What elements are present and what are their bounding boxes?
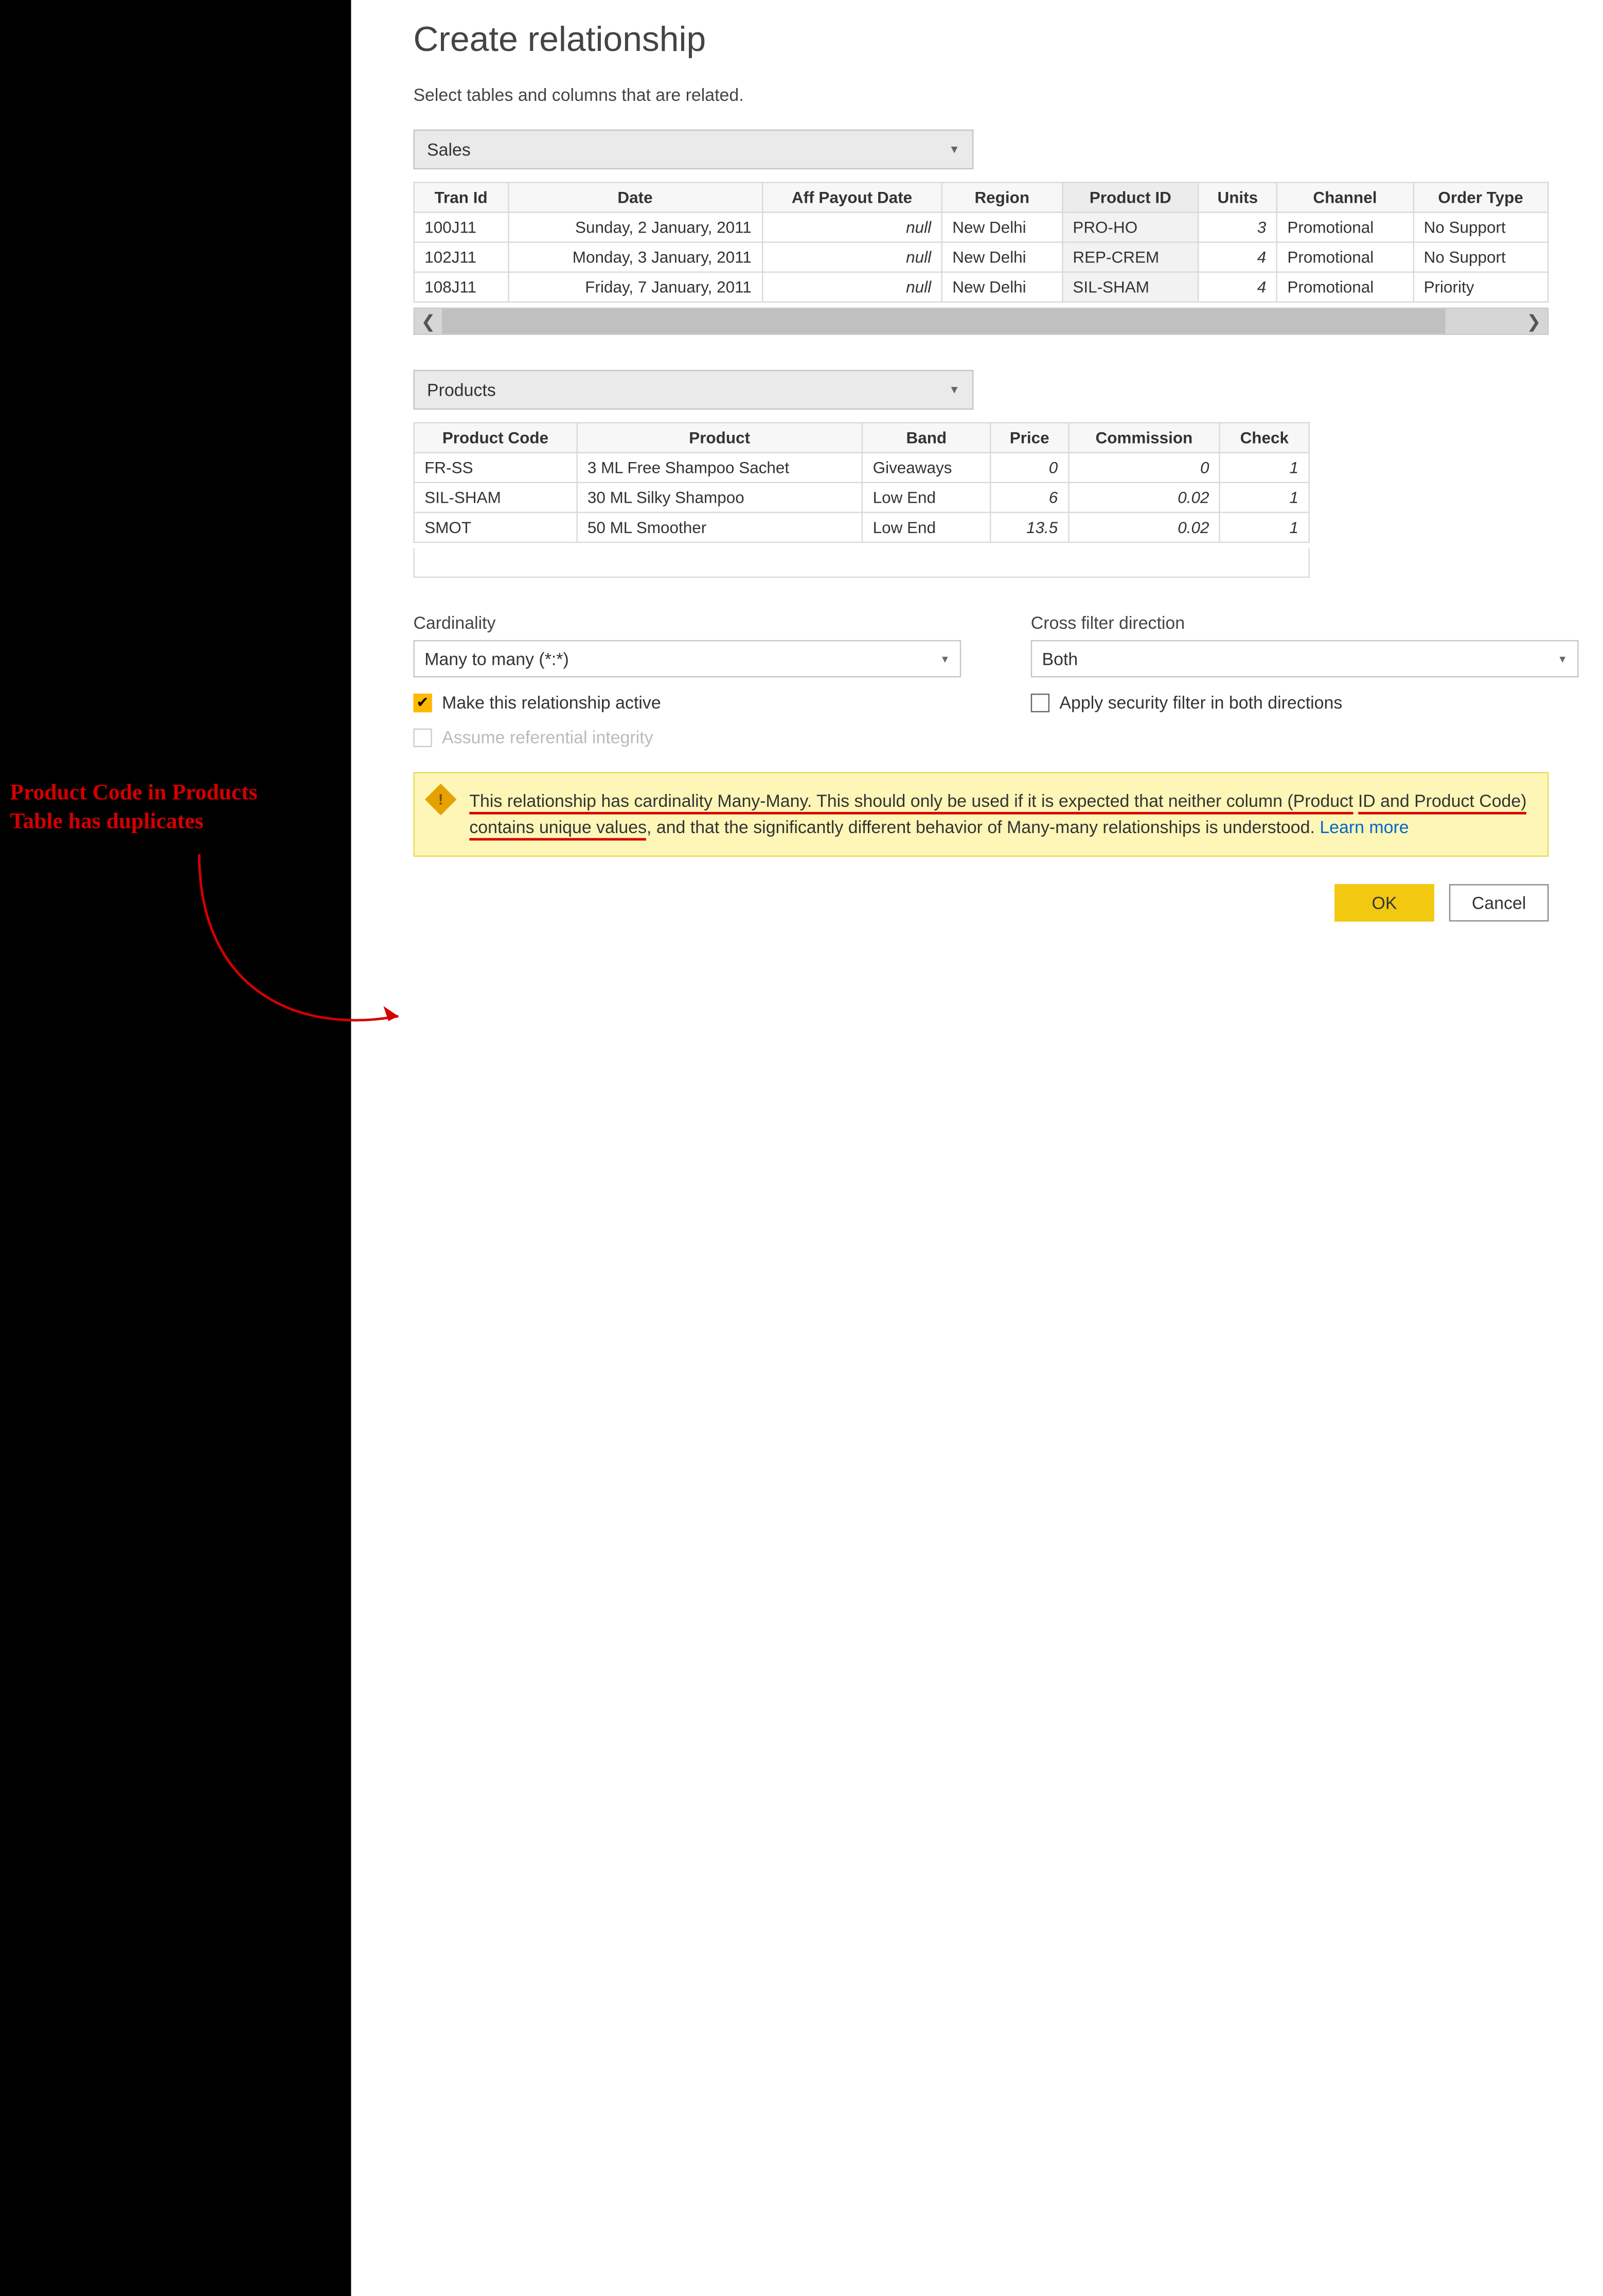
chevron-down-icon: ▼ [949, 383, 960, 396]
learn-more-link[interactable]: Learn more [1320, 817, 1409, 837]
table1-h6[interactable]: Channel [1277, 183, 1413, 213]
table1-h4[interactable]: Product ID [1062, 183, 1199, 213]
annotation-sidebar: Product Code in Products Table has dupli… [0, 0, 351, 2296]
crossfilter-label: Cross filter direction [1031, 613, 1599, 633]
table-row[interactable]: FR-SS 3 ML Free Shampoo Sachet Giveaways… [414, 453, 1309, 483]
scroll-thumb[interactable] [442, 309, 1446, 333]
chevron-down-icon: ▼ [1558, 653, 1568, 664]
table2-select[interactable]: Products ▼ [413, 370, 973, 410]
table1-h7[interactable]: Order Type [1413, 183, 1548, 213]
annotation-bold-1: Product Code [10, 780, 142, 804]
create-relationship-dialog: ✕ Create relationship Select tables and … [351, 0, 1603, 2296]
table1-select-value: Sales [427, 139, 471, 160]
table1-h5[interactable]: Units [1199, 183, 1277, 213]
table2-h4[interactable]: Commission [1068, 423, 1220, 453]
table2-h2[interactable]: Band [862, 423, 991, 453]
security-checkbox-label: Apply security filter in both directions [1059, 693, 1342, 713]
annotation-bold-2: duplicates [106, 807, 204, 832]
table1-h3[interactable]: Region [942, 183, 1062, 213]
table-row[interactable]: SMOT 50 ML Smoother Low End 13.5 0.02 1 [414, 513, 1309, 542]
table1-select[interactable]: Sales ▼ [413, 130, 973, 169]
warning-icon: ! [425, 784, 457, 816]
table1-h0[interactable]: Tran Id [414, 183, 508, 213]
annotation-plain-2: Table has [10, 807, 106, 832]
table2-h5[interactable]: Check [1220, 423, 1309, 453]
annotation-plain-1: in Products [142, 780, 257, 804]
table2-h0[interactable]: Product Code [414, 423, 577, 453]
dialog-subtitle: Select tables and columns that are relat… [413, 85, 1603, 105]
table2-blankrow [413, 548, 1309, 578]
active-checkbox[interactable]: ✔ [413, 693, 432, 712]
warning-text-1: This relationship has cardinality Many-M… [469, 791, 1353, 815]
crossfilter-select[interactable]: Both ▼ [1031, 640, 1579, 678]
crossfilter-value: Both [1042, 649, 1078, 669]
table1-h1[interactable]: Date [508, 183, 762, 213]
warning-banner: ! This relationship has cardinality Many… [413, 772, 1548, 857]
table2-preview[interactable]: Product Code Product Band Price Commissi… [413, 422, 1309, 543]
table-row[interactable]: 108J11 Friday, 7 January, 2011 null New … [414, 272, 1548, 302]
table-row[interactable]: 102J11 Monday, 3 January, 2011 null New … [414, 242, 1548, 272]
table1-hscrollbar[interactable]: ❮ ❯ [413, 308, 1548, 335]
annotation-text: Product Code in Products Table has dupli… [10, 779, 344, 835]
scroll-right-icon[interactable]: ❯ [1520, 311, 1547, 332]
cardinality-label: Cardinality [413, 613, 981, 633]
referential-checkbox-label: Assume referential integrity [442, 727, 653, 747]
ok-button[interactable]: OK [1334, 884, 1434, 922]
cardinality-value: Many to many (*:*) [424, 649, 569, 669]
active-checkbox-label: Make this relationship active [442, 693, 661, 713]
table-row[interactable]: 100J11 Sunday, 2 January, 2011 null New … [414, 213, 1548, 242]
table1-h2[interactable]: Aff Payout Date [762, 183, 941, 213]
table2-select-value: Products [427, 380, 496, 400]
dialog-title: Create relationship [413, 20, 1603, 60]
cardinality-select[interactable]: Many to many (*:*) ▼ [413, 640, 961, 678]
referential-checkbox [413, 728, 432, 746]
cancel-button[interactable]: Cancel [1449, 884, 1549, 922]
table1-preview[interactable]: Tran Id Date Aff Payout Date Region Prod… [413, 182, 1548, 303]
table-row[interactable]: SIL-SHAM 30 ML Silky Shampoo Low End 6 0… [414, 483, 1309, 513]
chevron-down-icon: ▼ [949, 143, 960, 155]
warning-text-3: , and that the significantly different b… [647, 817, 1320, 837]
table2-h3[interactable]: Price [991, 423, 1068, 453]
security-checkbox[interactable] [1031, 693, 1049, 712]
scroll-left-icon[interactable]: ❮ [415, 311, 442, 332]
table2-h1[interactable]: Product [577, 423, 862, 453]
chevron-down-icon: ▼ [940, 653, 950, 664]
